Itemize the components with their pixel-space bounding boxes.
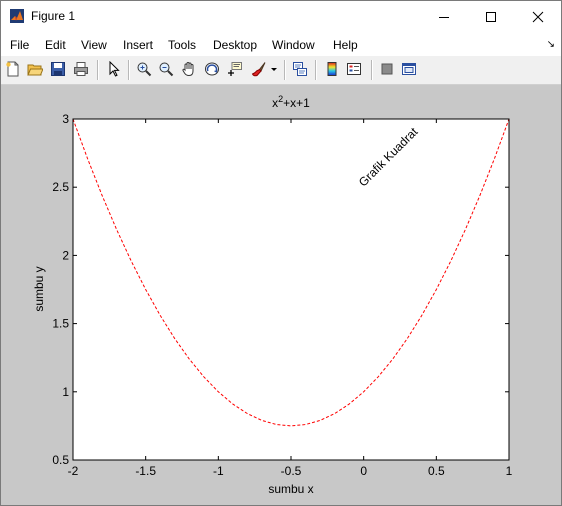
minimize-icon <box>439 16 449 18</box>
legend-icon[interactable] <box>345 60 363 78</box>
y-tick-label: 3 <box>62 112 69 126</box>
y-tick-label: 2.5 <box>52 180 69 194</box>
toolbar-separator <box>315 60 317 80</box>
toolbar-separator <box>371 60 373 80</box>
axes-background[interactable] <box>73 119 509 460</box>
zoom-in-icon[interactable] <box>135 60 153 78</box>
matlab-logo-icon <box>10 9 24 23</box>
zoom-out-icon[interactable] <box>157 60 175 78</box>
open-file-icon[interactable] <box>26 60 44 78</box>
menu-file[interactable]: File <box>10 38 29 52</box>
brush-dropdown-icon[interactable] <box>269 60 279 78</box>
x-tick-label: 1 <box>506 464 513 478</box>
maximize-button[interactable] <box>468 1 514 32</box>
hide-plot-tools-icon[interactable] <box>378 60 396 78</box>
y-tick-label: 2 <box>62 248 69 262</box>
chart-title: x2+x+1 <box>272 94 310 110</box>
link-plot-icon[interactable] <box>291 60 309 78</box>
figure-toolbar <box>1 56 561 85</box>
data-cursor-icon[interactable] <box>226 60 244 78</box>
x-tick-label: -0.5 <box>281 464 302 478</box>
edit-plot-arrow-icon[interactable] <box>105 60 123 78</box>
minimize-button[interactable] <box>421 1 467 32</box>
y-axis-label: sumbu y <box>32 266 46 311</box>
title-bar[interactable]: Figure 1 <box>1 1 561 32</box>
menu-bar: File Edit View Insert Tools Desktop Wind… <box>1 32 561 56</box>
toolbar-separator <box>128 60 130 80</box>
close-button[interactable] <box>515 1 561 32</box>
print-icon[interactable] <box>72 60 90 78</box>
menu-edit[interactable]: Edit <box>45 38 66 52</box>
x-tick-label: 0.5 <box>428 464 445 478</box>
toolbar-separator <box>284 60 286 80</box>
menu-view[interactable]: View <box>81 38 107 52</box>
plot-svg[interactable]: -2 -1.5 -1 -0.5 0 0.5 1 0.5 1 1.5 2 2.5 3 x2+x+1 sum… <box>1 85 561 505</box>
pan-hand-icon[interactable] <box>180 60 198 78</box>
brush-icon[interactable] <box>250 60 268 78</box>
maximize-icon <box>486 11 496 22</box>
y-tick-label: 0.5 <box>52 453 69 467</box>
toolbar-separator <box>97 60 99 80</box>
x-tick-label: -1 <box>213 464 224 478</box>
x-tick-label: -1.5 <box>135 464 156 478</box>
save-icon[interactable] <box>49 60 67 78</box>
window-title: Figure 1 <box>31 9 76 23</box>
new-figure-icon[interactable] <box>4 60 22 78</box>
figure-canvas: -2 -1.5 -1 -0.5 0 0.5 1 0.5 1 1.5 2 2.5 3 x2+x+1 sum… <box>1 85 561 505</box>
menu-tools[interactable]: Tools <box>168 38 196 52</box>
menu-window[interactable]: Window <box>272 38 315 52</box>
x-tick-label: -2 <box>68 464 79 478</box>
show-plot-tools-icon[interactable] <box>400 60 418 78</box>
rotate-3d-icon[interactable] <box>203 60 221 78</box>
menu-insert[interactable]: Insert <box>123 38 153 52</box>
y-tick-label: 1 <box>62 385 69 399</box>
y-tick-label: 1.5 <box>52 317 69 331</box>
x-tick-label: 0 <box>360 464 367 478</box>
x-axis-label: sumbu x <box>268 482 313 496</box>
colorbar-icon[interactable] <box>323 60 341 78</box>
close-icon <box>532 11 544 22</box>
figure-window: Figure 1 File Edit View Insert Tools Des… <box>0 0 562 506</box>
dock-arrow-icon[interactable]: ↘ <box>547 39 555 50</box>
menu-desktop[interactable]: Desktop <box>213 38 257 52</box>
menu-help[interactable]: Help <box>333 38 358 52</box>
